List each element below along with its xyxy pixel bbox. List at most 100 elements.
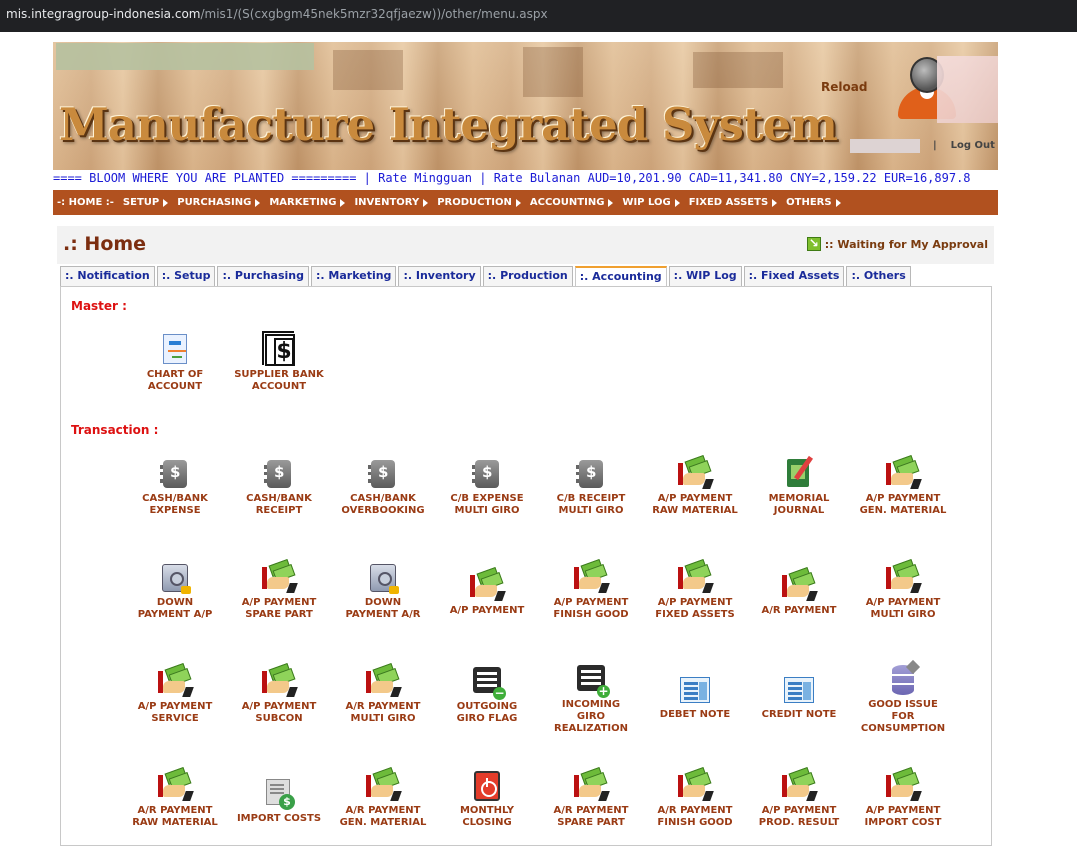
app-good-issue-for-consumption[interactable]: GOOD ISSUE FOR CONSUMPTION <box>849 663 957 735</box>
app-outgoing-giro-flag[interactable]: OUTGOINGGIRO FLAG <box>433 665 541 725</box>
outgoing-giro-icon <box>470 665 506 700</box>
reload-link[interactable]: Reload <box>821 80 867 94</box>
app-down-payment-a-r[interactable]: DOWN PAYMENT A/R <box>329 561 437 621</box>
app-debet-note[interactable]: DEBET NOTE <box>641 673 749 721</box>
app-label: A/R PAYMENT SPARE PART <box>537 805 645 829</box>
nav-item-purchasing[interactable]: PURCHASING <box>177 197 261 208</box>
app-credit-note[interactable]: CREDIT NOTE <box>745 673 853 721</box>
app-label-line: RECEIPT <box>255 505 303 516</box>
app-a-p-payment-finish-good[interactable]: A/P PAYMENT FINISH GOOD <box>537 558 645 621</box>
app-label: CASH/BANK OVERBOOKING <box>329 493 437 517</box>
app-c-b-expense-multi-giro[interactable]: C/B EXPENSEMULTI GIRO <box>433 457 541 517</box>
nav-item-accounting[interactable]: ACCOUNTING <box>530 197 614 208</box>
app-a-r-payment-gen-material[interactable]: A/R PAYMENT GEN. MATERIAL <box>329 766 437 829</box>
app-label: DEBET NOTE <box>641 709 749 721</box>
main-nav: -: HOME :- SETUP PURCHASING MARKETING INVENT… <box>53 190 998 215</box>
payment-hand-icon <box>782 566 818 603</box>
tab-marketing[interactable]: :. Marketing <box>311 266 397 286</box>
tab-accounting[interactable]: :. Accounting <box>574 266 667 287</box>
app-label-line: PAYMENT A/P <box>137 609 213 620</box>
app-a-p-payment-gen-material[interactable]: A/P PAYMENT GEN. MATERIAL <box>849 454 957 517</box>
app-label-line: CLOSING <box>462 817 512 828</box>
app-incoming-giro-realization[interactable]: INCOMINGGIROREALIZATION <box>537 663 645 735</box>
app-cash-bank-expense[interactable]: CASH/BANKEXPENSE <box>121 457 229 517</box>
app-monthly-closing[interactable]: MONTHLY CLOSING <box>433 769 541 829</box>
tab-production[interactable]: :. Production <box>482 266 573 286</box>
tab-purchasing[interactable]: :. Purchasing <box>217 266 310 286</box>
app-a-p-payment-spare-part[interactable]: A/P PAYMENT SPARE PART <box>225 558 333 621</box>
app-label-line: SPARE PART <box>557 817 625 828</box>
app-a-r-payment-multi-giro[interactable]: A/R PAYMENT MULTI GIRO <box>329 662 437 725</box>
tab-notification[interactable]: :. Notification <box>60 266 155 286</box>
cashbook-icon <box>158 457 192 491</box>
app-label-line: DOWN <box>364 597 402 608</box>
cashbook-icon <box>574 457 608 491</box>
app-a-r-payment-spare-part[interactable]: A/R PAYMENT SPARE PART <box>537 766 645 829</box>
app-a-p-payment-prod-result[interactable]: A/P PAYMENT PROD. RESULT <box>745 766 853 829</box>
database-icon <box>886 663 920 697</box>
home-header: .: Home :: Waiting for My Approval <box>57 226 994 264</box>
app-a-p-payment-raw-material[interactable]: A/P PAYMENT RAW MATERIAL <box>641 454 749 517</box>
rates-marquee: ==== BLOOM WHERE YOU ARE PLANTED =======… <box>53 171 998 187</box>
app-cash-bank-overbooking[interactable]: CASH/BANKOVERBOOKING <box>329 457 437 517</box>
nav-item-marketing[interactable]: MARKETING <box>269 197 346 208</box>
browser-url-bar[interactable]: mis.integragroup-indonesia.com/mis1/(S(c… <box>0 0 1077 32</box>
nav-item-fixed-assets[interactable]: FIXED ASSETS <box>688 197 778 208</box>
app-memorial-journal[interactable]: MEMORIAL JOURNAL <box>745 457 853 517</box>
nav-item-label: FIXED ASSETS <box>688 197 769 208</box>
nav-item-label: PURCHASING <box>177 197 252 208</box>
safe-icon <box>158 561 192 595</box>
app-label-line: RAW MATERIAL <box>652 505 738 516</box>
incoming-giro-icon <box>574 663 610 698</box>
app-supplier-bank-account[interactable]: SUPPLIER BANKACCOUNT <box>225 331 333 393</box>
app-label-line: CONSUMPTION <box>860 723 946 734</box>
app-label: CHART OF ACCOUNT <box>121 369 229 393</box>
payment-hand-icon <box>678 766 714 803</box>
app-label-line: A/P PAYMENT <box>657 597 733 608</box>
tab-wip-log[interactable]: :. WIP Log <box>668 266 742 286</box>
nav-item-label: WIP LOG <box>622 197 671 208</box>
app-chart-of-account[interactable]: CHART OF ACCOUNT <box>121 333 229 393</box>
app-a-r-payment-raw-material[interactable]: A/R PAYMENT RAW MATERIAL <box>121 766 229 829</box>
tab-fixed-assets[interactable]: :. Fixed Assets <box>743 266 845 286</box>
app-label-line: SERVICE <box>151 713 199 724</box>
triangle-right-icon <box>163 198 169 207</box>
app-label-line: MEMORIAL <box>768 493 830 504</box>
app-a-p-payment[interactable]: A/P PAYMENT <box>433 566 541 617</box>
app-label-line: GEN. MATERIAL <box>859 505 947 516</box>
logout-link[interactable]: Log Out <box>951 140 995 151</box>
nav-item-production[interactable]: PRODUCTION <box>437 197 521 208</box>
app-label-line: A/P PAYMENT <box>865 493 941 504</box>
nav-item-inventory[interactable]: INVENTORY <box>354 197 429 208</box>
app-a-p-payment-fixed-assets[interactable]: A/P PAYMENT FIXED ASSETS <box>641 558 749 621</box>
app-label-line: GIRO FLAG <box>456 713 518 724</box>
app-label: A/P PAYMENT FINISH GOOD <box>537 597 645 621</box>
app-a-r-payment-finish-good[interactable]: A/R PAYMENT FINISH GOOD <box>641 766 749 829</box>
app-down-payment-a-p[interactable]: DOWN PAYMENT A/P <box>121 561 229 621</box>
nav-item-setup[interactable]: SETUP <box>123 197 169 208</box>
url-path: /mis1/(S(cxgbgm45nek5mzr32qfjaezw))/othe… <box>200 7 548 21</box>
app-import-costs[interactable]: IMPORT COSTS <box>225 777 333 825</box>
nav-item-home[interactable]: -: HOME :- <box>57 197 114 208</box>
app-a-p-payment-import-cost[interactable]: A/P PAYMENT IMPORT COST <box>849 766 957 829</box>
app-a-r-payment[interactable]: A/R PAYMENT <box>745 566 853 617</box>
marquee-text: ==== BLOOM WHERE YOU ARE PLANTED =======… <box>53 171 971 185</box>
app-cash-bank-receipt[interactable]: CASH/BANKRECEIPT <box>225 457 333 517</box>
nav-item-others[interactable]: OTHERS <box>786 197 841 208</box>
payment-hand-icon <box>574 558 610 595</box>
app-label-line: A/R PAYMENT <box>657 805 733 816</box>
triangle-right-icon <box>608 198 614 207</box>
app-a-p-payment-service[interactable]: A/P PAYMENT SERVICE <box>121 662 229 725</box>
app-a-p-payment-multi-giro[interactable]: A/P PAYMENT MULTI GIRO <box>849 558 957 621</box>
tab-others[interactable]: :. Others <box>846 266 911 286</box>
nav-item-wip-log[interactable]: WIP LOG <box>622 197 680 208</box>
payment-hand-icon <box>470 566 506 603</box>
app-label: DOWN PAYMENT A/R <box>329 597 437 621</box>
app-c-b-receipt-multi-giro[interactable]: C/B RECEIPTMULTI GIRO <box>537 457 645 517</box>
tab-setup[interactable]: :. Setup <box>156 266 216 286</box>
tab-inventory[interactable]: :. Inventory <box>398 266 481 286</box>
triangle-right-icon <box>255 198 261 207</box>
app-a-p-payment-subcon[interactable]: A/P PAYMENT SUBCON <box>225 662 333 725</box>
app-label: A/R PAYMENT FINISH GOOD <box>641 805 749 829</box>
waiting-approval-link[interactable]: :: Waiting for My Approval <box>806 236 988 251</box>
